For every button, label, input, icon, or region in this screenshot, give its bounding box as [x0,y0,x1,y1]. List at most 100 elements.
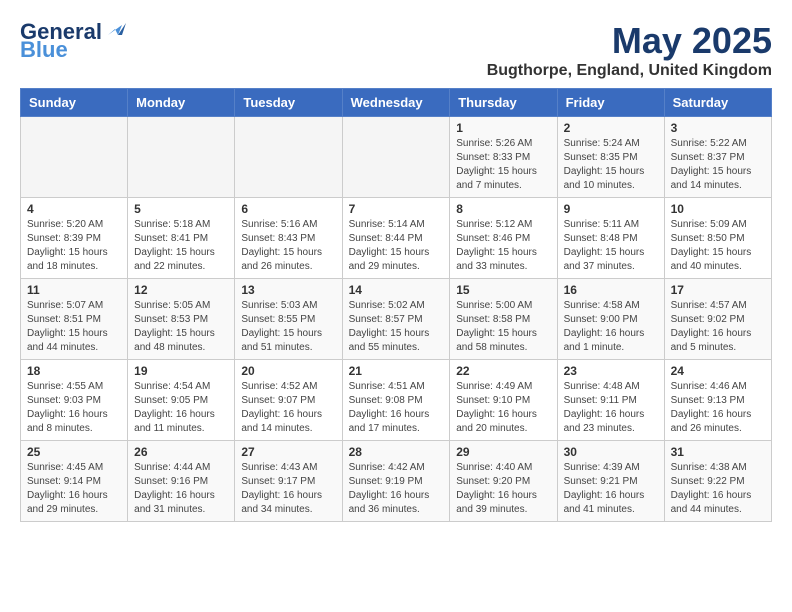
day-number: 21 [349,364,444,378]
day-number: 25 [27,445,121,459]
table-row: 12Sunrise: 5:05 AMSunset: 8:53 PMDayligh… [128,279,235,360]
table-row: 24 Sunrise: 4:46 AMSunset: 9:13 PMDayligh… [664,360,771,441]
table-row: 11 Sunrise: 5:07 AMSunset: 8:51 PMDayligh… [21,279,128,360]
col-monday: Monday [128,89,235,117]
table-row: 19 Sunrise: 4:54 AMSunset: 9:05 PMDayligh… [128,360,235,441]
day-info: Sunrise: 4:48 AMSunset: 9:11 PMDaylight:… [564,380,658,436]
table-row: 1 Sunrise: 5:26 AMSunset: 8:33 PMDaylight… [450,117,557,198]
logo: General Blue [20,20,126,62]
calendar-title: May 2025 [487,20,772,62]
day-info: Sunrise: 5:11 AMSunset: 8:48 PMDaylight:… [564,218,658,274]
day-number: 12 [134,283,228,297]
day-number: 30 [564,445,658,459]
day-number: 23 [564,364,658,378]
day-number: 29 [456,445,550,459]
day-info: Sunrise: 5:07 AMSunset: 8:51 PMDaylight:… [27,299,121,355]
day-number: 24 [671,364,765,378]
logo-text-blue: Blue [20,38,68,62]
day-info: Sunrise: 5:02 AMSunset: 8:57 PMDaylight:… [349,299,444,355]
calendar-week-row: 1 Sunrise: 5:26 AMSunset: 8:33 PMDaylight… [21,117,772,198]
day-info: Sunrise: 4:49 AMSunset: 9:10 PMDaylight:… [456,380,550,436]
day-number: 8 [456,202,550,216]
day-info: Sunrise: 4:51 AMSunset: 9:08 PMDaylight:… [349,380,444,436]
day-info: Sunrise: 5:18 AMSunset: 8:41 PMDaylight:… [134,218,228,274]
col-friday: Friday [557,89,664,117]
calendar-subtitle: Bugthorpe, England, United Kingdom [487,62,772,80]
calendar-week-row: 25 Sunrise: 4:45 AMSunset: 9:14 PMDayligh… [21,441,772,522]
day-number: 7 [349,202,444,216]
table-row: 7Sunrise: 5:14 AMSunset: 8:44 PMDaylight… [342,198,450,279]
calendar-week-row: 18 Sunrise: 4:55 AMSunset: 9:03 PMDayligh… [21,360,772,441]
day-number: 17 [671,283,765,297]
page-header: General Blue May 2025 Bugthorpe, England… [20,20,772,80]
day-info: Sunrise: 4:44 AMSunset: 9:16 PMDaylight:… [134,461,228,517]
table-row: 2 Sunrise: 5:24 AMSunset: 8:35 PMDaylight… [557,117,664,198]
calendar-week-row: 4 Sunrise: 5:20 AMSunset: 8:39 PMDaylight… [21,198,772,279]
day-number: 9 [564,202,658,216]
day-number: 1 [456,121,550,135]
table-row: 9 Sunrise: 5:11 AMSunset: 8:48 PMDaylight… [557,198,664,279]
col-saturday: Saturday [664,89,771,117]
table-row: 17Sunrise: 4:57 AMSunset: 9:02 PMDayligh… [664,279,771,360]
day-info: Sunrise: 5:03 AMSunset: 8:55 PMDaylight:… [241,299,335,355]
day-info: Sunrise: 5:20 AMSunset: 8:39 PMDaylight:… [27,218,121,274]
day-info: Sunrise: 5:12 AMSunset: 8:46 PMDaylight:… [456,218,550,274]
day-info: Sunrise: 4:40 AMSunset: 9:20 PMDaylight:… [456,461,550,517]
table-row: 4 Sunrise: 5:20 AMSunset: 8:39 PMDaylight… [21,198,128,279]
day-number: 15 [456,283,550,297]
logo-bird-icon [104,17,126,39]
table-row: 31Sunrise: 4:38 AMSunset: 9:22 PMDayligh… [664,441,771,522]
table-row: 25 Sunrise: 4:45 AMSunset: 9:14 PMDayligh… [21,441,128,522]
col-wednesday: Wednesday [342,89,450,117]
day-number: 2 [564,121,658,135]
table-row [342,117,450,198]
day-number: 13 [241,283,335,297]
day-number: 22 [456,364,550,378]
day-info: Sunrise: 5:22 AMSunset: 8:37 PMDaylight:… [671,137,765,193]
table-row: 26Sunrise: 4:44 AMSunset: 9:16 PMDayligh… [128,441,235,522]
day-number: 19 [134,364,228,378]
title-block: May 2025 Bugthorpe, England, United King… [487,20,772,80]
day-info: Sunrise: 4:55 AMSunset: 9:03 PMDaylight:… [27,380,121,436]
day-info: Sunrise: 4:45 AMSunset: 9:14 PMDaylight:… [27,461,121,517]
day-number: 3 [671,121,765,135]
table-row: 8 Sunrise: 5:12 AMSunset: 8:46 PMDaylight… [450,198,557,279]
table-row: 22 Sunrise: 4:49 AMSunset: 9:10 PMDayligh… [450,360,557,441]
table-row [21,117,128,198]
table-row [235,117,342,198]
table-row: 28Sunrise: 4:42 AMSunset: 9:19 PMDayligh… [342,441,450,522]
table-row: 20 Sunrise: 4:52 AMSunset: 9:07 PMDayligh… [235,360,342,441]
day-info: Sunrise: 5:00 AMSunset: 8:58 PMDaylight:… [456,299,550,355]
table-row: 3 Sunrise: 5:22 AMSunset: 8:37 PMDaylight… [664,117,771,198]
day-number: 18 [27,364,121,378]
table-row: 27Sunrise: 4:43 AMSunset: 9:17 PMDayligh… [235,441,342,522]
table-row: 13 Sunrise: 5:03 AMSunset: 8:55 PMDayligh… [235,279,342,360]
table-row: 5 Sunrise: 5:18 AMSunset: 8:41 PMDaylight… [128,198,235,279]
day-info: Sunrise: 5:24 AMSunset: 8:35 PMDaylight:… [564,137,658,193]
col-sunday: Sunday [21,89,128,117]
day-number: 5 [134,202,228,216]
day-number: 10 [671,202,765,216]
day-number: 20 [241,364,335,378]
table-row: 6Sunrise: 5:16 AMSunset: 8:43 PMDaylight… [235,198,342,279]
day-info: Sunrise: 4:38 AMSunset: 9:22 PMDaylight:… [671,461,765,517]
day-number: 4 [27,202,121,216]
day-info: Sunrise: 4:52 AMSunset: 9:07 PMDaylight:… [241,380,335,436]
day-info: Sunrise: 4:54 AMSunset: 9:05 PMDaylight:… [134,380,228,436]
day-number: 6 [241,202,335,216]
col-thursday: Thursday [450,89,557,117]
day-number: 14 [349,283,444,297]
table-row [128,117,235,198]
table-row: 15 Sunrise: 5:00 AMSunset: 8:58 PMDayligh… [450,279,557,360]
calendar-week-row: 11 Sunrise: 5:07 AMSunset: 8:51 PMDayligh… [21,279,772,360]
day-info: Sunrise: 4:39 AMSunset: 9:21 PMDaylight:… [564,461,658,517]
day-info: Sunrise: 4:46 AMSunset: 9:13 PMDaylight:… [671,380,765,436]
col-tuesday: Tuesday [235,89,342,117]
day-info: Sunrise: 5:26 AMSunset: 8:33 PMDaylight:… [456,137,550,193]
day-number: 16 [564,283,658,297]
day-number: 11 [27,283,121,297]
day-number: 28 [349,445,444,459]
day-info: Sunrise: 5:09 AMSunset: 8:50 PMDaylight:… [671,218,765,274]
calendar-header-row: Sunday Monday Tuesday Wednesday Thursday… [21,89,772,117]
day-number: 27 [241,445,335,459]
